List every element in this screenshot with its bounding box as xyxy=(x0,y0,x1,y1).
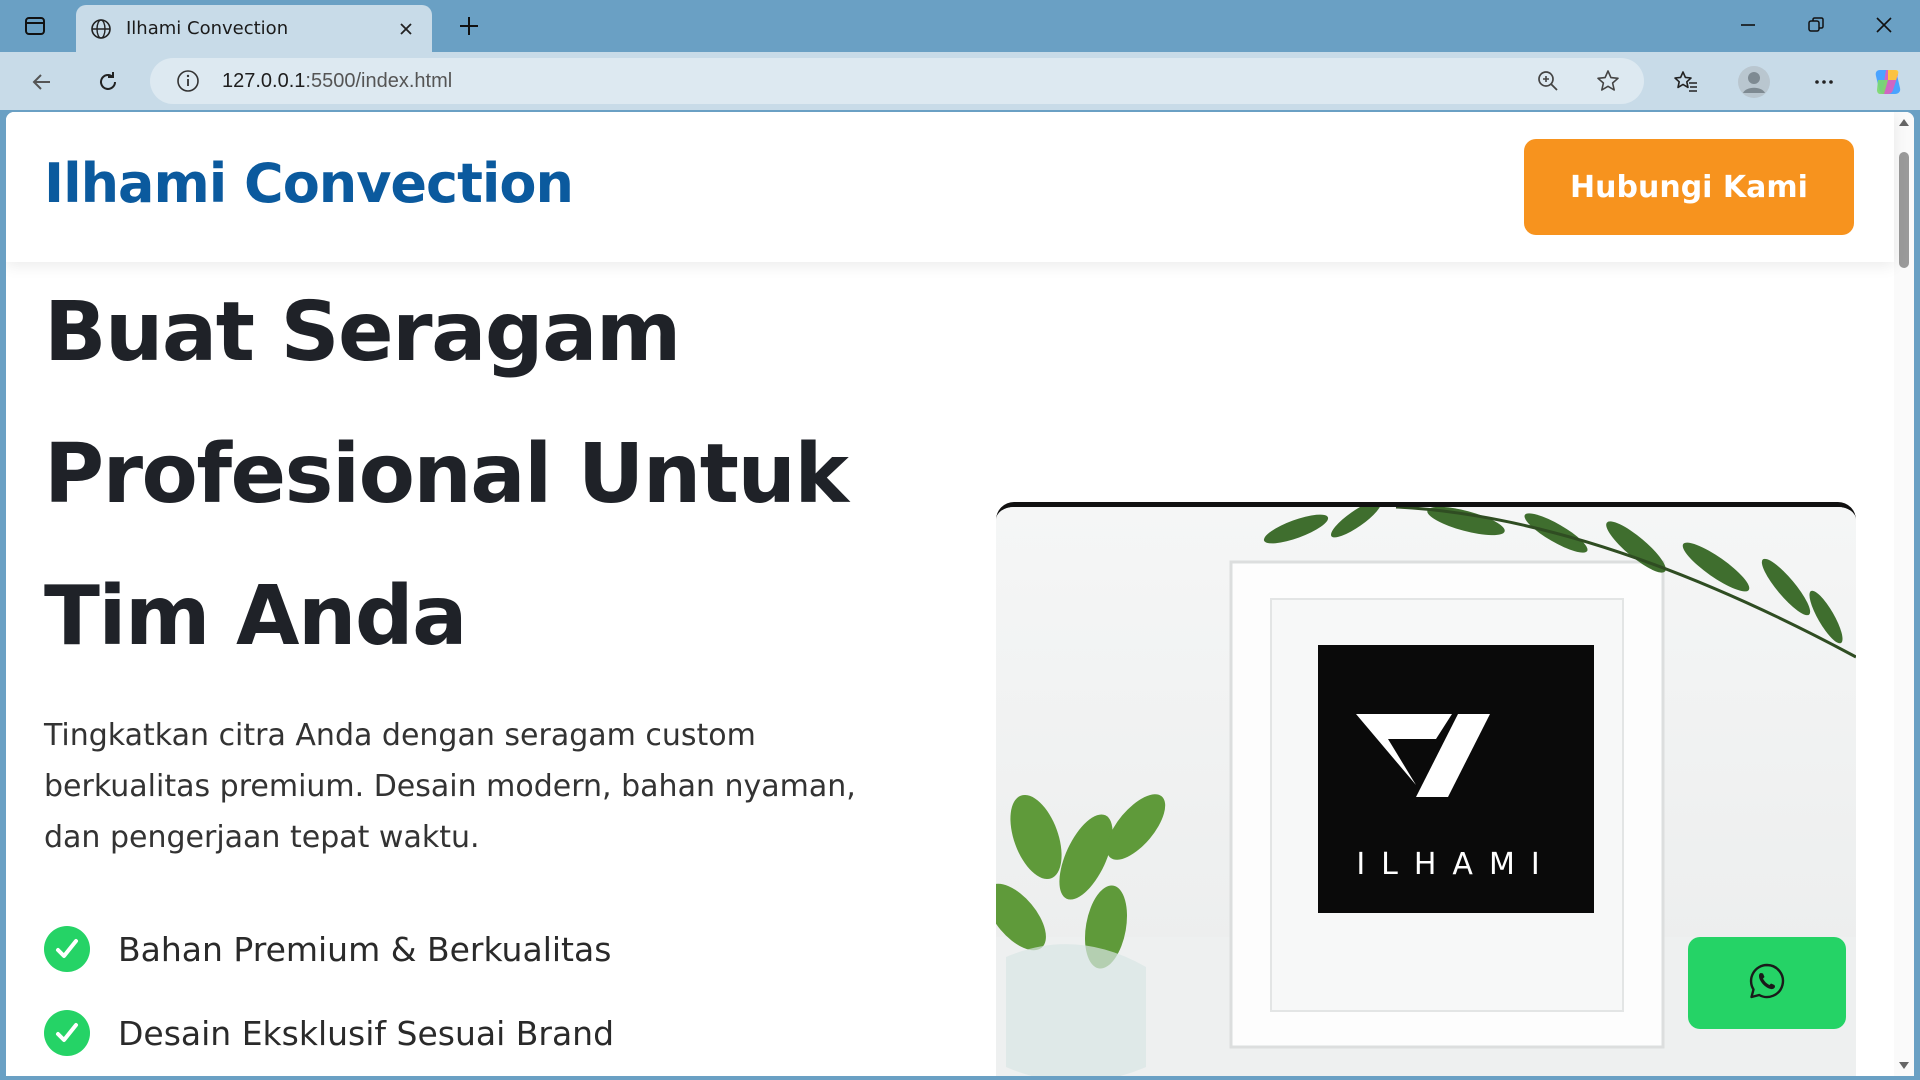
hero-title: Buat Seragam Profesional Untuk Tim Anda xyxy=(44,262,924,688)
brand-logo[interactable]: Ilhami Convection xyxy=(44,152,574,215)
favorites-icon[interactable] xyxy=(1666,62,1706,102)
address-bar[interactable]: 127.0.0.1:5500/index.html xyxy=(150,58,1644,104)
scrollbar-thumb[interactable] xyxy=(1899,152,1909,268)
back-icon[interactable] xyxy=(22,62,62,102)
tab-title: Ilhami Convection xyxy=(126,18,289,39)
url-text[interactable]: 127.0.0.1:5500/index.html xyxy=(222,70,452,93)
scroll-down-icon[interactable] xyxy=(1898,1060,1910,1072)
minimize-icon[interactable] xyxy=(1726,8,1770,42)
page-viewport: Ilhami Convection Hubungi Kami Buat Sera… xyxy=(6,112,1914,1076)
hero-subtitle: Tingkatkan citra Anda dengan seragam cus… xyxy=(44,718,856,855)
restore-icon[interactable] xyxy=(1794,8,1838,42)
hero-title-line: Tim Anda xyxy=(44,569,467,664)
info-icon[interactable] xyxy=(174,67,202,95)
copilot-icon[interactable] xyxy=(1868,62,1908,102)
url-path: :5500/index.html xyxy=(305,69,453,92)
feature-text: Desain Eksklusif Sesuai Brand xyxy=(118,1013,615,1053)
tab-actions-icon[interactable] xyxy=(18,11,52,41)
scroll-up-icon[interactable] xyxy=(1898,116,1910,128)
feature-text: Bahan Premium & Berkualitas xyxy=(118,929,612,969)
star-icon[interactable] xyxy=(1594,67,1622,95)
url-host: 127.0.0.1 xyxy=(222,69,306,92)
hero-title-line: Buat Seragam xyxy=(44,285,681,380)
profile-icon[interactable] xyxy=(1734,62,1774,102)
whatsapp-button[interactable] xyxy=(1688,937,1846,1029)
plus-icon[interactable] xyxy=(452,10,486,42)
zoom-icon[interactable] xyxy=(1534,67,1562,95)
feature-item: Bahan Premium & Berkualitas xyxy=(44,924,611,974)
globe-icon xyxy=(88,16,114,42)
site-header: Ilhami Convection Hubungi Kami xyxy=(6,112,1894,262)
check-icon xyxy=(44,926,90,972)
close-icon[interactable] xyxy=(394,17,418,41)
scrollbar[interactable] xyxy=(1894,112,1914,1076)
more-icon[interactable] xyxy=(1804,62,1844,102)
browser-tabbar: Ilhami Convection xyxy=(0,0,1920,52)
hero-title-line: Profesional Untuk xyxy=(44,427,849,522)
close-window-icon[interactable] xyxy=(1862,8,1906,42)
browser-toolbar: 127.0.0.1:5500/index.html xyxy=(0,52,1920,110)
whatsapp-icon xyxy=(1747,961,1787,1005)
refresh-icon[interactable] xyxy=(88,62,128,102)
browser-tab-active[interactable]: Ilhami Convection xyxy=(76,5,432,52)
feature-item: Desain Eksklusif Sesuai Brand xyxy=(44,1008,614,1058)
image-logo-text: ILHAMI xyxy=(1356,847,1555,882)
contact-button[interactable]: Hubungi Kami xyxy=(1524,139,1854,235)
check-icon xyxy=(44,1010,90,1056)
